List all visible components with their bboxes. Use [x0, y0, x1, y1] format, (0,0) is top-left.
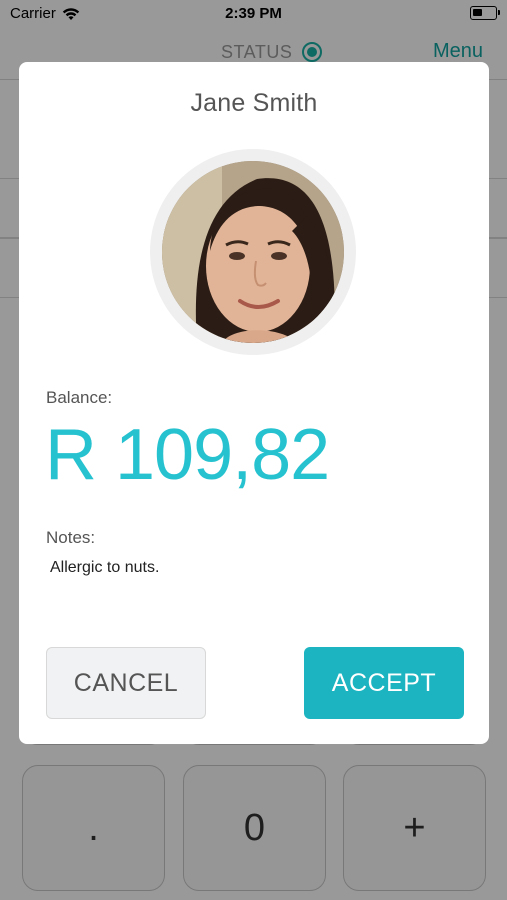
balance-label: Balance:: [46, 388, 113, 407]
notes-value: Allergic to nuts.: [50, 559, 160, 576]
accept-button[interactable]: ACCEPT: [304, 647, 464, 719]
avatar: [162, 161, 344, 343]
cancel-button[interactable]: CANCEL: [46, 647, 206, 719]
avatar-frame: [150, 149, 356, 355]
balance-value: R 109,82: [45, 415, 330, 495]
notes-label: Notes:: [46, 528, 96, 547]
customer-dialog: Jane Smith Balance: R 109,82 Notes: Alle…: [19, 62, 489, 744]
customer-name: Jane Smith: [190, 89, 318, 117]
customer-photo: [162, 161, 344, 343]
